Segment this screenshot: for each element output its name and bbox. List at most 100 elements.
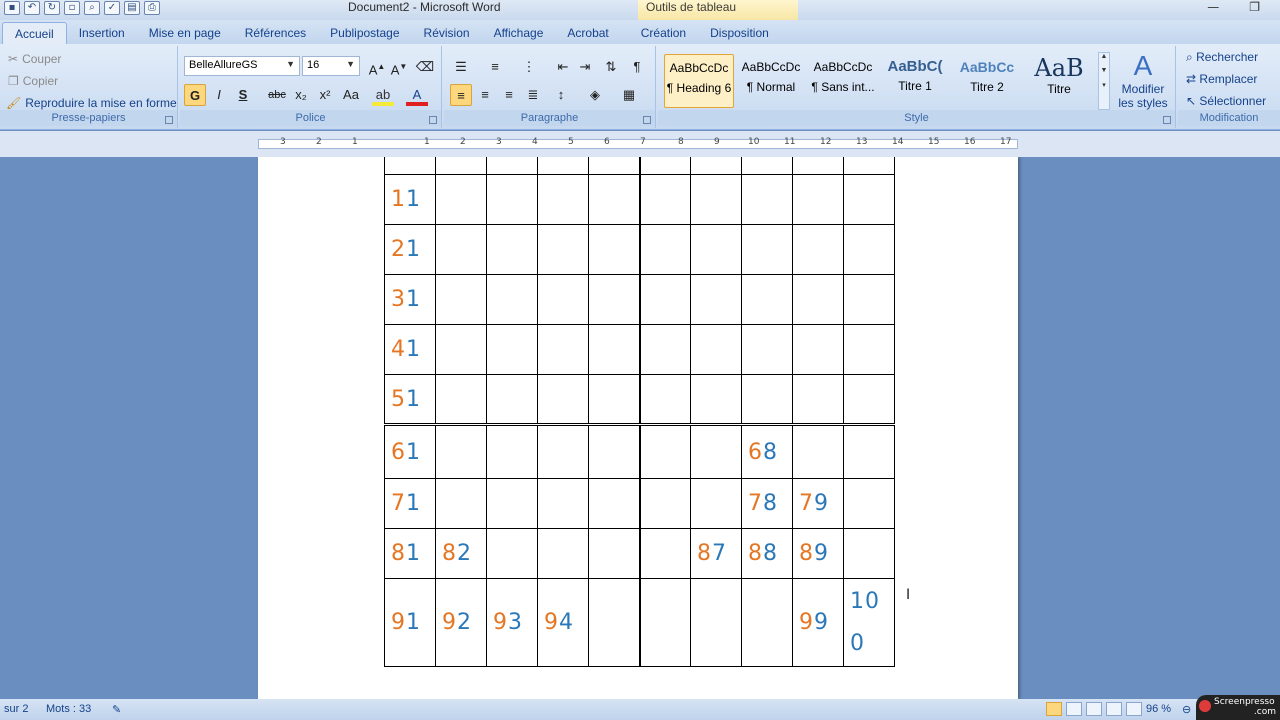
table-cell[interactable] — [537, 423, 589, 479]
word-count[interactable]: Mots : 33 — [46, 703, 91, 715]
sort-icon[interactable]: ⇅ — [600, 56, 622, 78]
style-titre-1[interactable]: AaBbC( Titre 1 — [880, 54, 950, 108]
superscript-button[interactable]: x² — [314, 84, 336, 106]
table-cell[interactable] — [384, 157, 436, 175]
table-cell[interactable] — [741, 274, 793, 325]
table-cell[interactable] — [843, 157, 895, 175]
table-cell[interactable] — [435, 324, 487, 375]
table-cell[interactable] — [690, 274, 742, 325]
table-cell[interactable] — [588, 174, 640, 225]
dialog-launcher-icon[interactable] — [165, 116, 173, 124]
table-cell[interactable] — [843, 478, 895, 529]
style-titre[interactable]: AaB Titre — [1024, 54, 1094, 108]
table-cell[interactable] — [690, 224, 742, 275]
tab-accueil[interactable]: Accueil — [2, 22, 67, 44]
table-cell[interactable] — [792, 423, 844, 479]
table-cell[interactable] — [638, 324, 691, 375]
minimize-icon[interactable]: — — [1207, 0, 1219, 14]
tab-revision[interactable]: Révision — [412, 22, 482, 44]
table-cell[interactable]: 79 — [792, 478, 844, 529]
table-cell[interactable]: 91 — [384, 578, 436, 667]
outline-icon[interactable] — [1106, 702, 1122, 716]
table-cell[interactable] — [741, 174, 793, 225]
justify-icon[interactable]: ≣ — [522, 84, 544, 106]
table-cell[interactable] — [638, 578, 691, 667]
table-cell[interactable] — [435, 374, 487, 425]
zoom-out-icon[interactable]: ⊖ — [1182, 703, 1191, 716]
new-document-icon[interactable]: ▫ — [64, 1, 80, 15]
table-cell[interactable] — [638, 174, 691, 225]
redo-icon[interactable]: ↻ — [44, 1, 60, 15]
tab-insertion[interactable]: Insertion — [67, 22, 137, 44]
table-cell[interactable] — [435, 224, 487, 275]
table-cell[interactable] — [486, 157, 538, 175]
document-page[interactable]: 11 21 31 41 51 61 68 71 78 79 81 82 87 88 89 91 92 93 94 99… — [258, 157, 1018, 699]
dialog-launcher-icon[interactable] — [1163, 116, 1171, 124]
shrink-font-button[interactable]: A▼ — [388, 56, 410, 78]
borders-icon[interactable]: ▦ — [618, 84, 640, 106]
table-cell[interactable]: 68 — [741, 423, 793, 479]
table-cell[interactable] — [537, 157, 589, 175]
table-cell[interactable]: 99 — [792, 578, 844, 667]
table-cell[interactable]: 10 0 — [843, 578, 895, 667]
table-cell[interactable] — [741, 374, 793, 425]
underline-button[interactable]: S — [232, 84, 254, 106]
table-cell[interactable] — [588, 423, 640, 479]
table-cell[interactable]: 94 — [537, 578, 589, 667]
table-cell[interactable] — [435, 423, 487, 479]
table-cell[interactable] — [843, 528, 895, 579]
tab-acrobat[interactable]: Acrobat — [555, 22, 620, 44]
style-no-spacing[interactable]: AaBbCcDc ¶ Sans int... — [808, 54, 878, 108]
change-case-button[interactable]: Aa — [340, 84, 362, 106]
table-cell[interactable]: 81 — [384, 528, 436, 579]
save-icon[interactable]: ▪ — [4, 1, 20, 15]
page-icon[interactable]: ▤ — [124, 1, 140, 15]
table-cell[interactable] — [792, 374, 844, 425]
print-icon[interactable]: ⎙ — [144, 1, 160, 15]
multilevel-list-icon[interactable]: ⋮ — [518, 56, 540, 78]
bold-button[interactable]: G — [184, 84, 206, 106]
table-cell[interactable]: 87 — [690, 528, 742, 579]
bullets-icon[interactable]: ☰ — [450, 56, 472, 78]
table-cell[interactable]: 92 — [435, 578, 487, 667]
tab-affichage[interactable]: Affichage — [482, 22, 556, 44]
tab-publipostage[interactable]: Publipostage — [318, 22, 411, 44]
table-cell[interactable] — [843, 274, 895, 325]
tab-disposition[interactable]: Disposition — [698, 22, 781, 44]
table-cell[interactable] — [690, 157, 742, 175]
font-name-select[interactable]: BelleAllureGS ▼ — [184, 56, 300, 76]
table-cell[interactable] — [638, 157, 691, 175]
table-cell[interactable] — [486, 224, 538, 275]
table-cell[interactable] — [690, 478, 742, 529]
align-right-icon[interactable]: ≡ — [498, 84, 520, 106]
format-painter-button[interactable]: 🖌 Reproduire la mise en forme — [6, 96, 177, 110]
font-color-icon[interactable]: A — [406, 84, 428, 106]
style-titre-2[interactable]: AaBbCc Titre 2 — [952, 54, 1022, 108]
line-spacing-icon[interactable]: ↕ — [550, 84, 572, 106]
table-cell[interactable]: 82 — [435, 528, 487, 579]
select-button[interactable]: ↖ Sélectionner — [1186, 94, 1266, 108]
table-cell[interactable] — [435, 478, 487, 529]
horizontal-ruler[interactable]: 3 2 1 1 2 3 4 5 6 7 8 9 10 11 12 13 14 1… — [0, 131, 1280, 157]
grow-font-button[interactable]: A▲ — [366, 56, 388, 78]
table-cell[interactable]: 78 — [741, 478, 793, 529]
table-cell[interactable]: 31 — [384, 274, 436, 325]
full-screen-reading-icon[interactable] — [1066, 702, 1082, 716]
table-cell[interactable] — [741, 324, 793, 375]
modify-styles-button[interactable]: A Modifier les styles — [1112, 50, 1174, 110]
table-cell[interactable] — [588, 374, 640, 425]
table-cell[interactable] — [486, 324, 538, 375]
table-cell[interactable]: 71 — [384, 478, 436, 529]
dialog-launcher-icon[interactable] — [429, 116, 437, 124]
table-cell[interactable] — [690, 578, 742, 667]
table-cell[interactable] — [537, 174, 589, 225]
replace-button[interactable]: ⇄ Remplacer — [1186, 72, 1257, 86]
table-cell[interactable] — [537, 224, 589, 275]
table-cell[interactable] — [638, 423, 691, 479]
style-heading-6[interactable]: AaBbCcDc ¶ Heading 6 — [664, 54, 734, 108]
table-cell[interactable] — [435, 157, 487, 175]
tab-creation[interactable]: Création — [629, 22, 698, 44]
table-cell[interactable] — [690, 374, 742, 425]
table-cell[interactable]: 21 — [384, 224, 436, 275]
table-cell[interactable] — [588, 157, 640, 175]
